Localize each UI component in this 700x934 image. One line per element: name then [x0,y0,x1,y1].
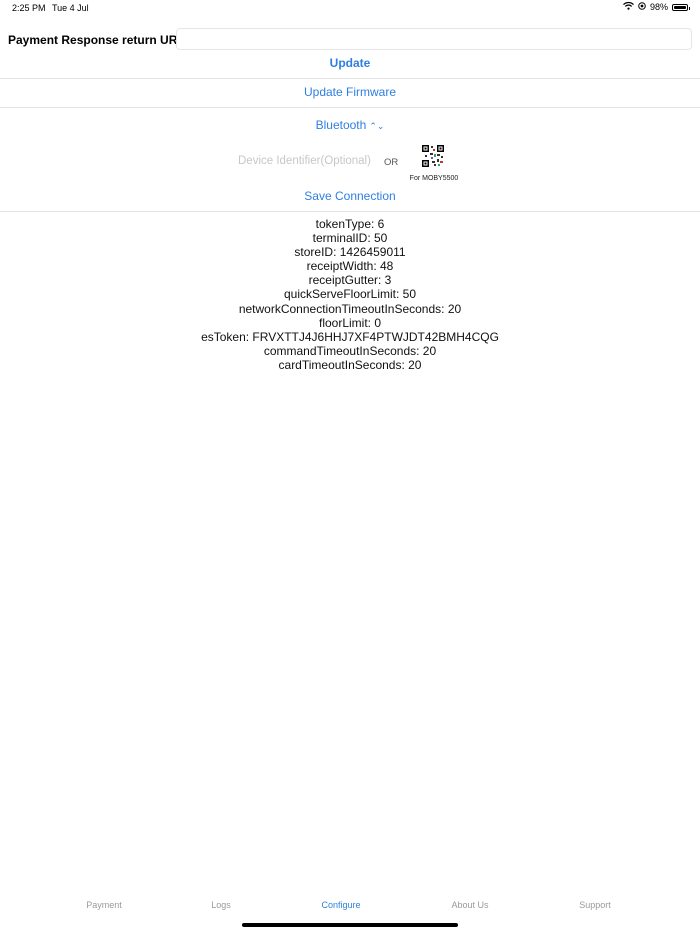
status-time: 2:25 PM [12,3,46,13]
config-line: esToken: FRVXTTJ4J6HHJ7XF4PTWJDT42BMH4CQ… [201,329,499,344]
config-line: quickServeFloorLimit: 50 [283,287,417,302]
device-identifier-input[interactable] [238,155,380,167]
qr-code-scan-button[interactable] [421,144,445,168]
status-indicators: 98% [623,1,690,12]
divider [0,211,700,212]
device-row: OR [0,143,700,185]
tab-configure[interactable]: Configure [291,900,391,910]
config-line: networkConnectionTimeoutInSeconds: 20 [238,301,462,316]
connection-type-label: Bluetooth [315,118,367,132]
config-line: tokenType: 6 [315,217,385,231]
tab-logs[interactable]: Logs [171,900,271,910]
config-line: storeID: 1426459011 [294,245,406,260]
tab-bar: Payment Logs Configure About Us Support [0,900,700,916]
tab-payment[interactable]: Payment [54,900,154,910]
config-line: floorLimit: 0 [318,315,382,330]
battery-percent: 98% [649,2,668,12]
qr-code-icon [421,144,445,168]
update-firmware-button[interactable]: Update Firmware [0,85,700,99]
divider [0,107,700,108]
update-button[interactable]: Update [0,56,700,70]
config-line: receiptGutter: 3 [308,273,392,288]
status-date: Tue 4 Jul [52,3,89,13]
config-line: commandTimeoutInSeconds: 20 [263,343,437,358]
connection-type-select[interactable]: Bluetooth ⌃⌄ [0,118,700,132]
battery-icon [672,3,690,11]
configure-screen: 2:25 PM Tue 4 Jul 98% Payment Response r… [0,0,700,934]
payment-url-input[interactable] [176,28,692,50]
or-label: OR [384,157,399,168]
payment-url-row: Payment Response return URL : [0,28,700,52]
chevron-up-down-icon: ⌃⌄ [369,121,385,131]
config-line: terminalID: 50 [312,231,388,246]
divider [0,78,700,79]
configuration-details: tokenType: 6 terminalID: 50 storeID: 142… [0,217,700,372]
tab-support[interactable]: Support [545,900,645,910]
location-icon [638,2,646,12]
payment-url-label: Payment Response return URL : [8,33,192,47]
tab-about-us[interactable]: About Us [420,900,520,910]
qr-caption: For MOBY5500 [409,175,459,182]
config-line: cardTimeoutInSeconds: 20 [278,357,422,372]
home-indicator [242,923,458,927]
save-connection-button[interactable]: Save Connection [0,189,700,203]
wifi-icon [623,1,634,12]
status-bar: 2:25 PM Tue 4 Jul 98% [0,0,700,18]
config-line: receiptWidth: 48 [306,259,394,274]
